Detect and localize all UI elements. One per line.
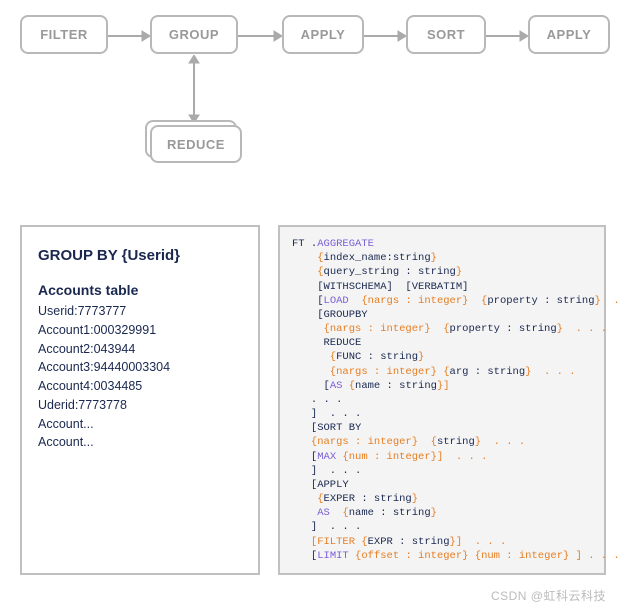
arrow-group-reduce: [186, 55, 202, 123]
table-row: Userid:7773777: [38, 302, 242, 321]
flow-node-sort: SORT: [406, 15, 486, 54]
groupby-title: GROUP BY {Userid}: [38, 247, 242, 264]
table-row: Uderid:7773778: [38, 396, 242, 415]
arrow-sort-apply2: [486, 29, 528, 43]
syntax-panel: FT .AGGREGATE {index_name:string} {query…: [278, 225, 606, 575]
accounts-panel: GROUP BY {Userid} Accounts table Userid:…: [20, 225, 260, 575]
flow-node-reduce: REDUCE: [150, 125, 242, 163]
flow-node-group: GROUP: [150, 15, 238, 54]
table-row: Account4:0034485: [38, 377, 242, 396]
table-row: Account1:000329991: [38, 321, 242, 340]
table-row: Account...: [38, 415, 242, 434]
watermark: CSDN @虹科云科技: [491, 587, 606, 604]
flow-node-reduce-stack: REDUCE: [150, 125, 255, 175]
arrow-apply-sort: [364, 29, 406, 43]
table-row: Account...: [38, 433, 242, 452]
accounts-table-heading: Accounts table: [38, 282, 242, 298]
table-row: Account2:043944: [38, 340, 242, 359]
flow-node-apply1: APPLY: [282, 15, 364, 54]
table-row: Account3:94440003304: [38, 358, 242, 377]
arrow-filter-group: [108, 29, 150, 43]
arrow-group-apply: [238, 29, 282, 43]
flow-node-filter: FILTER: [20, 15, 108, 54]
flow-node-apply2: APPLY: [528, 15, 610, 54]
flow-diagram: FILTER GROUP APPLY SORT APPLY: [20, 15, 610, 65]
